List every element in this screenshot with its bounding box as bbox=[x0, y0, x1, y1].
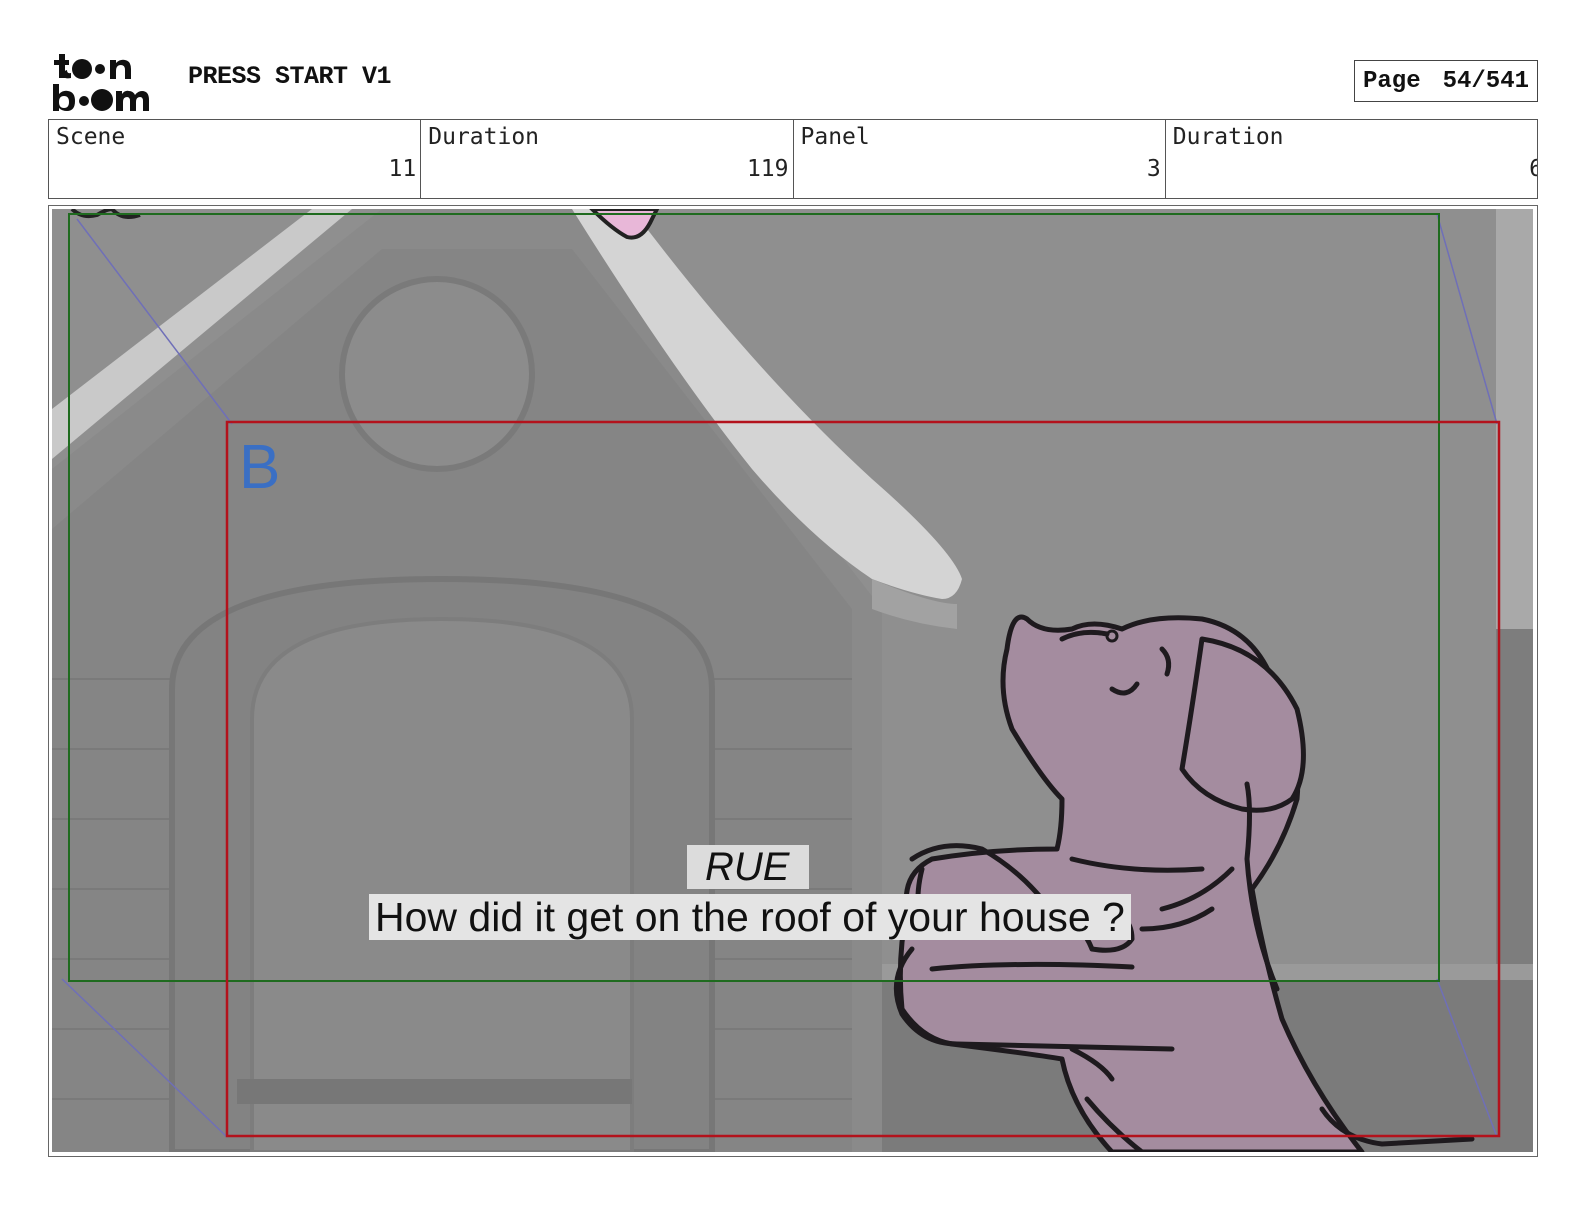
scene-duration-label: Duration bbox=[428, 124, 540, 150]
panel-duration-value: 6 bbox=[1529, 156, 1537, 182]
scene-label: Scene bbox=[56, 124, 126, 150]
panel-value: 3 bbox=[1146, 156, 1161, 182]
toon-boom-logo bbox=[50, 48, 168, 114]
page-indicator: Page 54/541 bbox=[1354, 60, 1538, 102]
panel-label: Panel bbox=[800, 124, 870, 150]
character-name: RUE : bbox=[687, 845, 809, 933]
scene-cell: Scene 11 bbox=[49, 120, 422, 198]
layer-letter: B bbox=[239, 433, 281, 502]
scene-duration-cell: Duration 119 bbox=[421, 120, 794, 198]
dialogue-caption: How did it get on the roof of your house… bbox=[369, 894, 1131, 940]
panel-info-table: Scene 11 Duration 119 Panel 3 Duration 6 bbox=[48, 119, 1538, 199]
page-number: 54/541 bbox=[1442, 67, 1529, 95]
panel-duration-label: Duration bbox=[1172, 124, 1284, 150]
panel-cell: Panel 3 bbox=[794, 120, 1166, 198]
project-title: PRESS START V1 bbox=[188, 62, 392, 91]
panel-duration-cell: Duration 6 bbox=[1166, 120, 1537, 198]
storyboard-panel: B RUE : How did it get on the roof of yo… bbox=[48, 205, 1538, 1157]
panel-artwork: B RUE : How did it get on the roof of yo… bbox=[52, 209, 1533, 1152]
scene-value: 11 bbox=[388, 156, 417, 182]
scene-duration-value: 119 bbox=[746, 156, 789, 182]
page-label: Page bbox=[1363, 67, 1421, 95]
